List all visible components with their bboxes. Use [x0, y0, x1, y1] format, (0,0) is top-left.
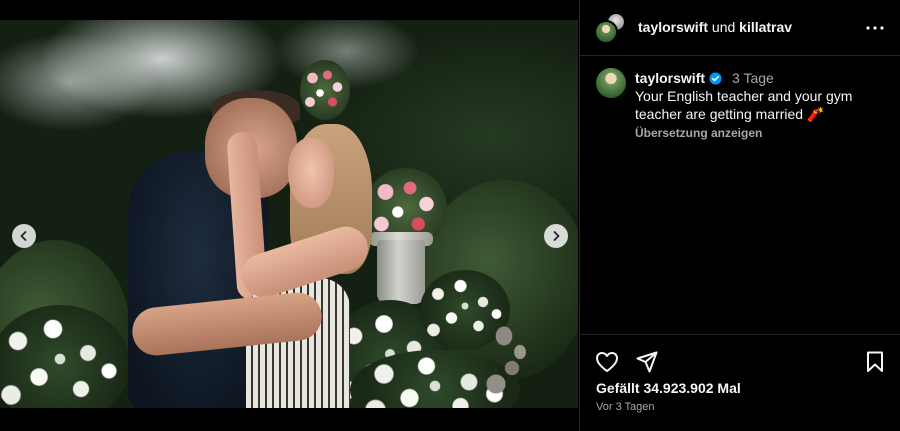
avatar-taylorswift	[594, 20, 618, 44]
chevron-right-icon	[553, 231, 560, 241]
post-side-panel: taylorswift und killatrav taylorswift 3 …	[579, 0, 900, 431]
flower-arch	[300, 60, 350, 120]
author-link-2[interactable]: killatrav	[739, 19, 792, 35]
post-authors: taylorswift und killatrav	[638, 19, 792, 35]
bookmark-icon	[867, 351, 883, 372]
next-slide-button[interactable]	[544, 224, 568, 248]
more-horizontal-icon	[866, 26, 884, 30]
like-count[interactable]: Gefällt 34.923.902 Mal	[596, 380, 741, 396]
share-button[interactable]	[634, 349, 660, 375]
woman-face	[288, 138, 334, 208]
chevron-left-icon	[20, 231, 27, 241]
post-photo[interactable]	[0, 20, 578, 408]
author-link-1[interactable]: taylorswift	[638, 19, 708, 35]
caption-header: taylorswift 3 Tage	[635, 69, 885, 87]
stone-urn	[377, 240, 425, 304]
send-icon	[636, 351, 658, 373]
post-header: taylorswift und killatrav	[580, 0, 900, 56]
post-date[interactable]: Vor 3 Tagen	[596, 401, 655, 413]
caption-text: Your English teacher and your gym teache…	[635, 88, 853, 122]
more-options-button[interactable]	[865, 18, 885, 38]
instagram-post: taylorswift und killatrav taylorswift 3 …	[0, 0, 900, 431]
previous-slide-button[interactable]	[12, 224, 36, 248]
collab-avatars[interactable]	[594, 12, 628, 46]
post-actions: Gefällt 34.923.902 Mal Vor 3 Tagen	[580, 334, 900, 431]
caption: taylorswift 3 Tage Your English teacher …	[635, 69, 885, 142]
save-button[interactable]	[862, 349, 888, 375]
verified-badge-icon	[709, 71, 722, 85]
caption-avatar[interactable]	[596, 68, 626, 98]
caption-timestamp[interactable]: 3 Tage	[732, 69, 774, 87]
heart-icon	[596, 352, 618, 372]
show-translation-link[interactable]: Übersetzung anzeigen	[635, 124, 885, 142]
authors-joiner: und	[711, 19, 736, 35]
like-button[interactable]	[594, 349, 620, 375]
garden-stones	[480, 320, 560, 400]
caption-username[interactable]: taylorswift	[635, 69, 705, 87]
